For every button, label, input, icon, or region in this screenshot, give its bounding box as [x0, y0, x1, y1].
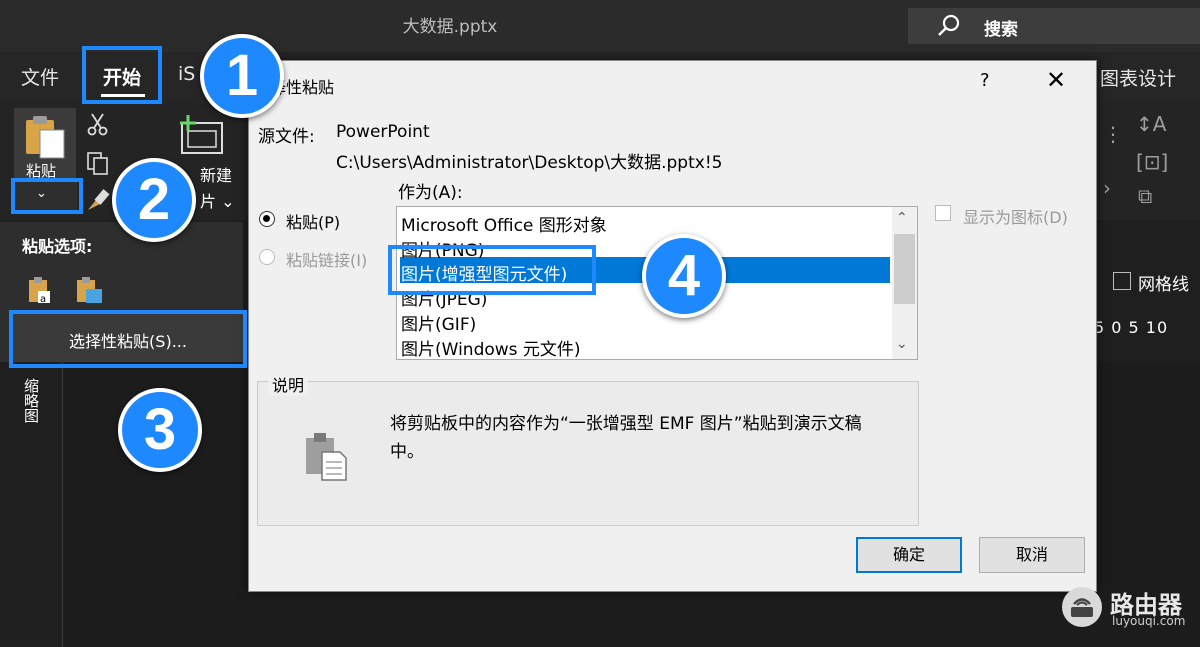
- ruler: 5 0 5 10: [1094, 318, 1169, 337]
- watermark-url: luyouqi.com: [1112, 614, 1186, 628]
- description-text: 将剪贴板中的内容作为“一张增强型 EMF 图片”粘贴到演示文稿中。: [390, 414, 862, 462]
- paste-options-label: 粘贴选项:: [22, 237, 93, 256]
- source-app: PowerPoint: [336, 122, 430, 142]
- scissors-icon[interactable]: [86, 112, 110, 136]
- source-path: C:\Users\Administrator\Desktop\大数据.pptx!…: [336, 153, 723, 173]
- clipboard-document-icon: [306, 433, 347, 481]
- chevron-icon[interactable]: ›: [1103, 176, 1111, 200]
- ok-button[interactable]: 确定: [856, 537, 962, 573]
- document-title: 大数据.pptx: [402, 17, 498, 37]
- list-item[interactable]: 图片(GIF): [401, 310, 476, 335]
- new-slide-label-2: 片 ⌄: [200, 192, 235, 211]
- step-badge-3: 3: [118, 388, 202, 472]
- description-legend: 说明: [268, 372, 309, 396]
- callout-enhanced-metafile: [388, 245, 596, 295]
- source-label: 源文件:: [258, 127, 315, 147]
- smartart-icon[interactable]: ⧉: [1138, 184, 1152, 208]
- step-badge-1: 1: [200, 34, 284, 118]
- list-item[interactable]: 图片(Windows 元文件): [401, 335, 581, 360]
- cancel-button[interactable]: 取消: [979, 537, 1085, 573]
- gridlines-label: 网格线: [1138, 275, 1189, 295]
- tab-islide[interactable]: iS: [178, 63, 195, 85]
- svg-text:a: a: [40, 294, 46, 305]
- format-painter-icon[interactable]: [84, 186, 112, 214]
- new-slide-label: 新建: [200, 166, 233, 185]
- scrollbar-thumb[interactable]: [894, 234, 915, 304]
- copy-icon[interactable]: [85, 150, 111, 176]
- step-badge-4: 4: [642, 234, 726, 318]
- keep-text-only-icon[interactable]: a: [26, 275, 52, 305]
- clipboard-icon: [26, 116, 65, 159]
- paste-link-radio-label[interactable]: 粘贴链接(I): [286, 247, 367, 271]
- callout-paste-special: [9, 310, 247, 368]
- callout-paste-dropdown: [11, 178, 83, 214]
- search-icon: [938, 14, 960, 36]
- list-item[interactable]: Microsoft Office 图形对象: [401, 211, 607, 236]
- callout-home-tab: [82, 46, 162, 104]
- tab-file[interactable]: 文件: [21, 63, 59, 90]
- new-slide-icon[interactable]: [178, 113, 226, 157]
- as-label: 作为(A):: [398, 183, 463, 203]
- chevron-down-icon[interactable]: ⌄: [896, 336, 908, 352]
- router-logo-icon: [1062, 587, 1102, 627]
- align-text-icon[interactable]: [⊡]: [1136, 150, 1168, 174]
- text-direction-icon[interactable]: ↕A: [1136, 112, 1166, 136]
- search-label: 搜索: [984, 20, 1018, 40]
- paste-radio-label[interactable]: 粘贴(P): [286, 209, 340, 233]
- chevron-up-icon[interactable]: ⌃: [896, 210, 908, 226]
- step-badge-2: 2: [112, 158, 196, 242]
- help-button[interactable]: ?: [980, 70, 990, 91]
- show-as-icon-checkbox[interactable]: [935, 205, 951, 221]
- paste-link-radio[interactable]: [259, 249, 275, 265]
- tab-chart-design[interactable]: 图表设计: [1100, 64, 1176, 91]
- close-button[interactable]: ✕: [1046, 66, 1066, 94]
- show-as-icon-label: 显示为图标(D): [963, 208, 1068, 227]
- paste-picture-icon[interactable]: [74, 275, 104, 305]
- align-icon[interactable]: ⋮: [1103, 122, 1123, 146]
- thumbnail-label[interactable]: 缩略图: [21, 378, 42, 423]
- gridlines-checkbox[interactable]: [1113, 272, 1131, 290]
- paste-radio[interactable]: [259, 211, 275, 227]
